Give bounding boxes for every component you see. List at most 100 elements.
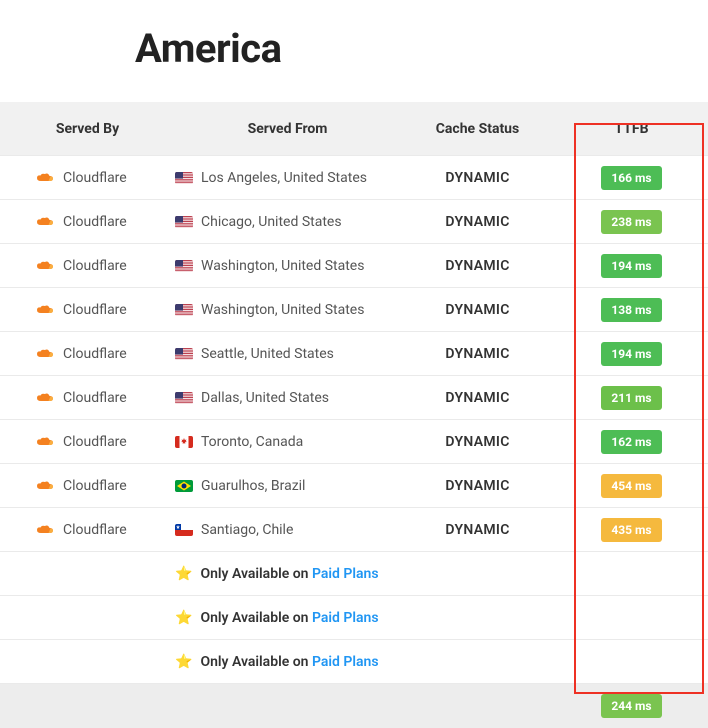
- ttfb-badge: 138 ms: [601, 298, 661, 322]
- cloudflare-icon: [35, 173, 55, 183]
- header-ttfb: TTFB: [555, 102, 708, 155]
- ttfb-cell: 211 ms: [555, 386, 708, 410]
- cache-status-cell: DYNAMIC: [400, 170, 555, 186]
- served-by-cell: Cloudflare: [0, 258, 175, 274]
- served-by-cell: Cloudflare: [0, 214, 175, 230]
- ttfb-cell: 238 ms: [555, 210, 708, 234]
- served-by-cell: Cloudflare: [0, 346, 175, 362]
- location-label: Washington, United States: [201, 302, 364, 318]
- location-label: Dallas, United States: [201, 390, 329, 406]
- table-row-locked: ⭐Only Available on Paid Plans: [0, 596, 708, 640]
- cloudflare-icon: [35, 217, 55, 227]
- location-label: Toronto, Canada: [201, 434, 303, 450]
- cloudflare-icon: [35, 305, 55, 315]
- locked-message: ⭐Only Available on Paid Plans: [175, 566, 400, 582]
- provider-label: Cloudflare: [63, 478, 127, 494]
- table-row: Cloudflare Los Angeles, United States DYNA…: [0, 156, 708, 200]
- served-from-cell: Los Angeles, United States: [175, 170, 400, 186]
- provider-label: Cloudflare: [63, 522, 127, 538]
- ttfb-badge: 162 ms: [601, 430, 661, 454]
- provider-label: Cloudflare: [63, 434, 127, 450]
- served-from-cell: Guarulhos, Brazil: [175, 478, 400, 494]
- provider-label: Cloudflare: [63, 390, 127, 406]
- header-served-by: Served By: [0, 102, 175, 155]
- locked-message: ⭐Only Available on Paid Plans: [175, 610, 400, 626]
- cloudflare-icon: [35, 261, 55, 271]
- cloudflare-icon: [35, 481, 55, 491]
- served-from-cell: Santiago, Chile: [175, 522, 400, 538]
- ttfb-badge: 435 ms: [601, 518, 661, 542]
- ttfb-badge: 211 ms: [601, 386, 661, 410]
- star-icon: ⭐: [175, 610, 192, 626]
- cache-status-cell: DYNAMIC: [400, 346, 555, 362]
- flag-us-icon: [175, 216, 193, 228]
- location-label: Los Angeles, United States: [201, 170, 367, 186]
- served-by-cell: Cloudflare: [0, 434, 175, 450]
- table-row-locked: ⭐Only Available on Paid Plans: [0, 640, 708, 684]
- location-label: Seattle, United States: [201, 346, 334, 362]
- table-row: CloudflareChicago, United StatesDYNAMIC2…: [0, 200, 708, 244]
- ttfb-cell: 194 ms: [555, 254, 708, 278]
- cloudflare-icon: [35, 349, 55, 359]
- flag-br-icon: [175, 480, 193, 492]
- flag-ca-icon: [175, 436, 193, 448]
- provider-label: Cloudflare: [63, 170, 127, 186]
- location-label: Washington, United States: [201, 258, 364, 274]
- table-row: Cloudflare Washington, United States DYNAM…: [0, 288, 708, 332]
- ttfb-badge: 194 ms: [601, 342, 661, 366]
- cache-status-cell: DYNAMIC: [400, 434, 555, 450]
- served-from-cell: Dallas, United States: [175, 390, 400, 406]
- location-label: Guarulhos, Brazil: [201, 478, 305, 494]
- flag-cl-icon: [175, 524, 193, 536]
- flag-us-icon: [175, 304, 193, 316]
- provider-label: Cloudflare: [63, 346, 127, 362]
- provider-label: Cloudflare: [63, 214, 127, 230]
- cache-status-cell: DYNAMIC: [400, 258, 555, 274]
- table-footer-row: 244 ms: [0, 684, 708, 728]
- table-row: Cloudflare Santiago, Chile DYNAMIC 435 ms: [0, 508, 708, 552]
- cache-status-cell: DYNAMIC: [400, 478, 555, 494]
- header-served-from: Served From: [175, 102, 400, 155]
- locked-message: ⭐Only Available on Paid Plans: [175, 654, 400, 670]
- star-icon: ⭐: [175, 654, 192, 670]
- cloudflare-icon: [35, 437, 55, 447]
- table-row: Cloudflare Dallas, United States DYNAMIC 21…: [0, 376, 708, 420]
- star-icon: ⭐: [175, 566, 192, 582]
- flag-us-icon: [175, 172, 193, 184]
- cloudflare-icon: [35, 393, 55, 403]
- results-table: Served By Served From Cache Status TTFB …: [0, 102, 708, 728]
- served-from-cell: Chicago, United States: [175, 214, 400, 230]
- ttfb-badge: 194 ms: [601, 254, 661, 278]
- table-row: Cloudflare Guarulhos, Brazil DYNAMIC 454 ms: [0, 464, 708, 508]
- flag-us-icon: [175, 260, 193, 272]
- page-title: America: [0, 0, 708, 102]
- ttfb-cell: 166 ms: [555, 166, 708, 190]
- flag-us-icon: [175, 348, 193, 360]
- cache-status-cell: DYNAMIC: [400, 522, 555, 538]
- table-row: Cloudflare Toronto, Canada DYNAMIC 162 ms: [0, 420, 708, 464]
- served-from-cell: Seattle, United States: [175, 346, 400, 362]
- ttfb-cell: 194 ms: [555, 342, 708, 366]
- ttfb-cell: 435 ms: [555, 518, 708, 542]
- cache-status-cell: DYNAMIC: [400, 390, 555, 406]
- ttfb-badge: 166 ms: [601, 166, 661, 190]
- served-by-cell: Cloudflare: [0, 390, 175, 406]
- ttfb-badge: 454 ms: [601, 474, 661, 498]
- served-from-cell: Toronto, Canada: [175, 434, 400, 450]
- location-label: Santiago, Chile: [201, 522, 293, 538]
- served-by-cell: Cloudflare: [0, 522, 175, 538]
- provider-label: Cloudflare: [63, 302, 127, 318]
- table-row: Cloudflare Seattle, United States DYNAMIC 1…: [0, 332, 708, 376]
- served-from-cell: Washington, United States: [175, 302, 400, 318]
- ttfb-cell: 162 ms: [555, 430, 708, 454]
- table-row-locked: ⭐Only Available on Paid Plans: [0, 552, 708, 596]
- served-by-cell: Cloudflare: [0, 302, 175, 318]
- footer-ttfb-badge: 244 ms: [601, 694, 661, 718]
- ttfb-cell: 454 ms: [555, 474, 708, 498]
- ttfb-badge: 238 ms: [601, 210, 661, 234]
- table-row: Cloudflare Washington, United States DYNAM…: [0, 244, 708, 288]
- paid-plans-link[interactable]: Paid Plans: [312, 566, 379, 582]
- paid-plans-link[interactable]: Paid Plans: [312, 610, 379, 626]
- cache-status-cell: DYNAMIC: [400, 302, 555, 318]
- paid-plans-link[interactable]: Paid Plans: [312, 654, 379, 670]
